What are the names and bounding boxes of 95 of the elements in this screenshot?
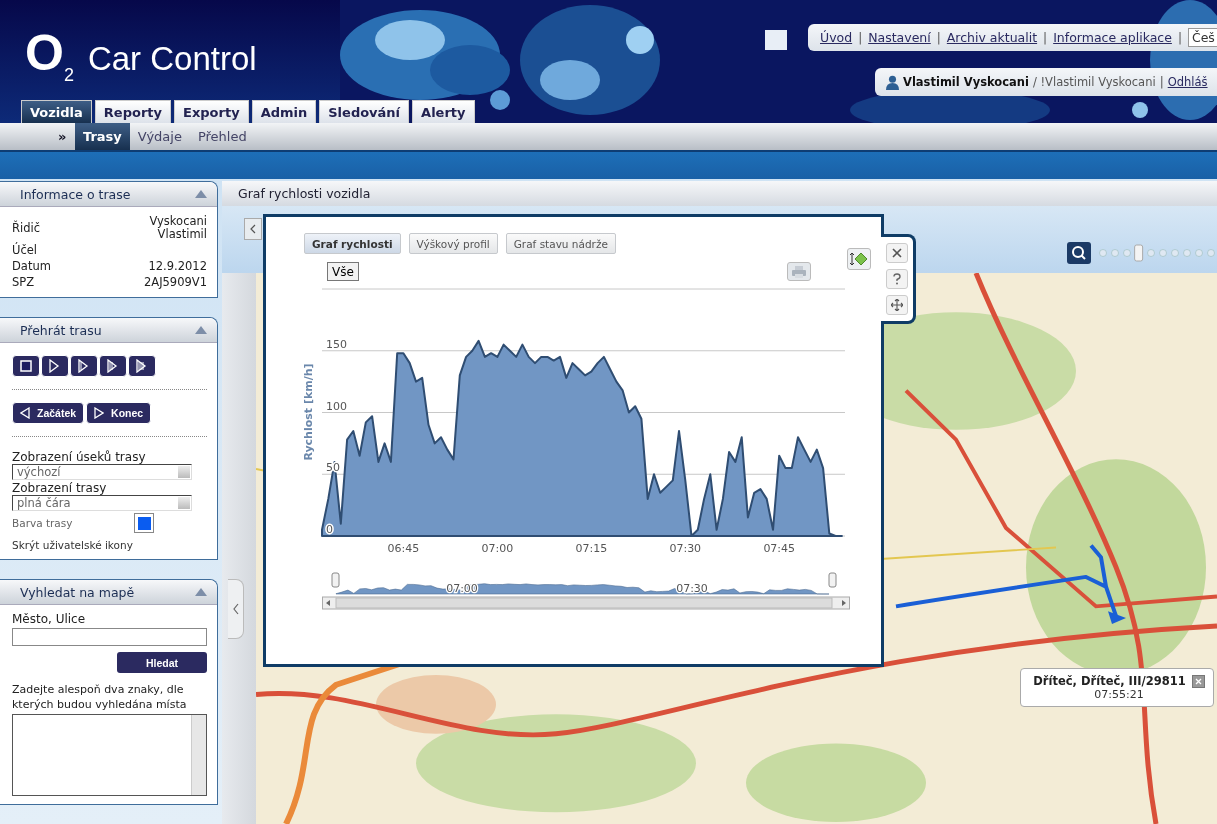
field-label: Město, Ulice — [12, 612, 87, 627]
y-axis-title: Rychlost [km/h] — [302, 363, 315, 461]
close-button[interactable] — [1191, 674, 1205, 688]
route-select[interactable]: plná čára — [12, 495, 192, 512]
search-field[interactable] — [12, 628, 207, 647]
header-link[interactable]: Informace aplikace — [1053, 30, 1172, 45]
language-select[interactable]: Češ — [1187, 28, 1217, 47]
export-button[interactable] — [847, 248, 871, 270]
chevron-left-icon — [250, 224, 256, 234]
zoom-slider-thumb[interactable] — [1134, 244, 1144, 262]
nav-tab[interactable]: Alerty — [412, 100, 475, 123]
section-title: Graf rychlosti vozidla — [222, 181, 1217, 206]
search-hint: Zadejte alespoň dva znaky, dle kterých budou vyhledána místa — [12, 683, 188, 713]
header-link[interactable]: Úvod — [820, 30, 853, 45]
range-handle[interactable] — [828, 572, 837, 588]
range-handle[interactable] — [331, 572, 340, 588]
separator: | — [858, 30, 863, 45]
y-tick-label: 150 — [326, 337, 347, 351]
close-icon — [892, 248, 902, 258]
x-tick-label: 07:15 — [575, 542, 608, 555]
nav-tab[interactable]: Admin — [251, 100, 317, 123]
nav-tab[interactable]: Exporty — [174, 100, 249, 123]
zoom-icon — [1071, 245, 1087, 261]
info-value: 2AJ5909V1 — [142, 275, 207, 290]
x-tick-label: 06:45 — [387, 542, 420, 555]
stop-button[interactable] — [12, 355, 40, 378]
x-tick-label: 07:45 — [763, 542, 796, 555]
chart-tab[interactable]: Graf stavu nádrže — [505, 233, 616, 254]
subnav-tab[interactable]: Výdaje — [129, 123, 190, 150]
close-button[interactable] — [886, 243, 908, 263]
hide-icons-option[interactable]: Skrýt uživatelské ikony — [12, 539, 207, 552]
help-button[interactable] — [886, 269, 908, 289]
segment-select[interactable]: výchozí — [12, 464, 192, 481]
chart-tab[interactable]: Graf rychlosti — [304, 233, 401, 254]
range-button[interactable]: Vše — [327, 262, 359, 281]
subnav-tab[interactable]: Trasy — [75, 123, 130, 150]
printer-icon — [792, 265, 806, 278]
y-tick-label: 100 — [326, 399, 347, 413]
zoom-button[interactable] — [1067, 242, 1091, 264]
y-tick-label: 0 — [326, 523, 333, 536]
info-label: SPZ — [12, 275, 35, 290]
help-icon — [893, 273, 901, 285]
export-icon — [850, 251, 868, 267]
subnav-marker: » — [58, 129, 68, 144]
panel-header[interactable]: Informace o trase — [0, 182, 217, 207]
play-button[interactable] — [99, 355, 127, 378]
play-button[interactable] — [70, 355, 98, 378]
start-button[interactable]: Začátek — [12, 402, 85, 425]
panel-header[interactable]: Přehrát trasu — [0, 318, 217, 344]
account-name: / !Vlastimil Vyskocani — [1032, 75, 1156, 89]
chevron-left-icon — [232, 602, 239, 615]
separator: | — [1177, 30, 1182, 45]
info-value: 12.9.2012 — [147, 259, 207, 274]
back-arrow-icon — [20, 407, 30, 420]
search-button[interactable]: Hledat — [117, 652, 207, 674]
move-button[interactable] — [886, 295, 908, 315]
play-button[interactable] — [128, 355, 156, 378]
end-button[interactable]: Konec — [86, 402, 152, 425]
nav-tab[interactable]: Sledování — [319, 100, 410, 123]
field-label: Zobrazení trasy — [12, 481, 108, 496]
panel-header[interactable]: Vyhledat na mapě — [0, 580, 217, 606]
info-value: Vyskocani Vlastimil — [148, 215, 207, 242]
x-tick-label: 07:00 — [481, 542, 514, 555]
x-tick-label: 07:30 — [669, 542, 702, 555]
logout-link[interactable]: Odhláš — [1167, 75, 1208, 89]
stop-icon — [20, 360, 32, 373]
play-icon — [94, 407, 105, 420]
field-label: Zobrazení úseků trasy — [12, 450, 147, 465]
header-link[interactable]: Archiv aktualit — [946, 30, 1038, 45]
user-icon — [886, 74, 899, 90]
side-toggle[interactable] — [228, 578, 244, 639]
navigator-time-label: 07:30 — [676, 582, 708, 595]
nav-tab[interactable]: Vozidla — [21, 100, 92, 123]
close-icon — [1194, 677, 1202, 685]
field-label: Barva trasy — [12, 517, 73, 530]
header-link[interactable]: Nastavení — [868, 30, 931, 45]
user-name: Vlastimil Vyskocani — [903, 75, 1029, 89]
chart-tab[interactable]: Výškový profil — [408, 233, 498, 254]
separator: | — [1043, 30, 1048, 45]
play-button[interactable] — [41, 355, 69, 378]
logo-mark: O$_{2}$ — [25, 28, 74, 84]
app-title: Car Control — [87, 40, 257, 78]
separator: | — [1159, 75, 1164, 89]
info-label: Účel — [12, 243, 37, 258]
move-icon — [891, 299, 903, 311]
location-time: 07:55:21 — [1094, 688, 1144, 701]
separator: | — [936, 30, 941, 45]
info-label: Datum — [12, 259, 51, 274]
info-label: Řidič — [12, 221, 40, 236]
location-name: Dříteč, Dříteč, III/29811 — [1033, 674, 1186, 688]
nav-tab[interactable]: Reporty — [94, 100, 171, 123]
color-swatch[interactable] — [134, 513, 154, 534]
scrollbar[interactable] — [322, 596, 850, 610]
results-list[interactable] — [12, 714, 207, 797]
subnav-tab[interactable]: Přehled — [189, 123, 255, 150]
